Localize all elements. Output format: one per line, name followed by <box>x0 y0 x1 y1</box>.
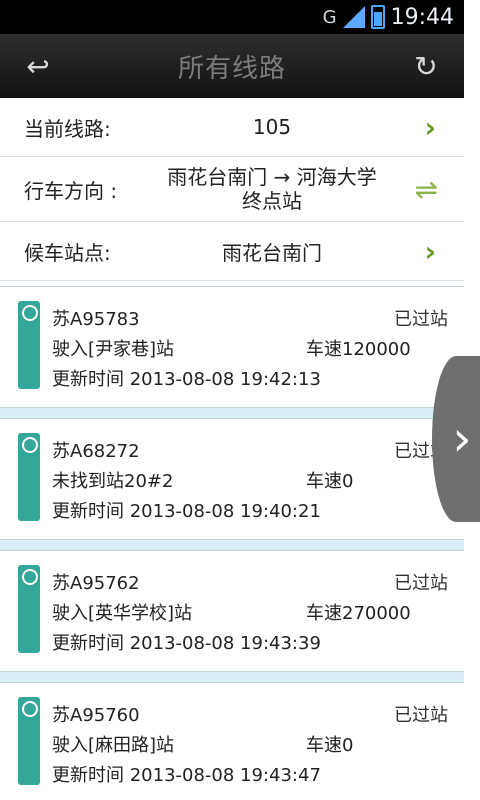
bus-update-time: 更新时间 2013-08-08 19:42:13 <box>52 369 321 390</box>
bus-indicator <box>18 301 40 389</box>
station-value: 雨花台南门 <box>222 240 322 265</box>
bus-update-time: 更新时间 2013-08-08 19:40:21 <box>52 501 321 522</box>
page-title: 所有线路 <box>177 53 286 84</box>
status-indicators: G 19:44 <box>323 0 454 34</box>
bus-speed: 车速120000 <box>306 339 411 360</box>
bus-plate: 苏A95762 <box>52 573 140 594</box>
route-info: 当前线路: 105 › 行车方向 : 雨花台南门 → 河海大学 终点站 ⇌ 候车… <box>0 98 464 281</box>
bus-card[interactable]: 苏A68272 已过站 未找到站20#2 车速0 更新时间 2013-08-08… <box>0 418 464 540</box>
bus-list: 苏A95783 已过站 驶入[尹家巷]站 车速120000 更新时间 2013-… <box>0 286 464 800</box>
chevron-right-icon: › <box>424 110 436 144</box>
bus-status: 已过站 <box>394 309 448 330</box>
bus-marker-icon <box>22 569 38 585</box>
battery-icon <box>370 5 385 29</box>
bus-plate: 苏A95760 <box>52 705 140 726</box>
bus-speed: 车速0 <box>306 735 354 756</box>
bus-marker-icon <box>22 437 38 453</box>
station-label: 候车站点: <box>24 240 111 265</box>
direction-line-1: 雨花台南门 → 河海大学 <box>167 165 377 189</box>
signal-icon <box>342 6 365 28</box>
bus-arrival: 未找到站20#2 <box>52 471 174 492</box>
direction-row[interactable]: 行车方向 : 雨花台南门 → 河海大学 终点站 ⇌ <box>0 157 464 222</box>
bus-card[interactable]: 苏A95762 已过站 驶入[英华学校]站 车速270000 更新时间 2013… <box>0 550 464 672</box>
swap-icon[interactable]: ⇌ <box>415 157 438 221</box>
bus-speed: 车速270000 <box>306 603 411 624</box>
bus-status: 已过站 <box>394 705 448 726</box>
network-type: G <box>322 6 337 28</box>
bus-card[interactable]: 苏A95760 已过站 驶入[麻田路]站 车速0 更新时间 2013-08-08… <box>0 682 464 800</box>
direction-value: 雨花台南门 → 河海大学 终点站 <box>150 157 394 221</box>
scroll-handle[interactable]: › <box>432 356 480 522</box>
chevron-right-icon: › <box>452 411 472 467</box>
chevron-right-icon: › <box>424 234 436 268</box>
bus-status: 已过站 <box>394 573 448 594</box>
bus-update-time: 更新时间 2013-08-08 19:43:39 <box>52 633 321 654</box>
bus-plate: 苏A68272 <box>52 441 140 462</box>
current-route-row[interactable]: 当前线路: 105 › <box>0 98 464 157</box>
bus-indicator <box>18 697 40 785</box>
bus-indicator <box>18 433 40 521</box>
bus-card[interactable]: 苏A95783 已过站 驶入[尹家巷]站 车速120000 更新时间 2013-… <box>0 286 464 408</box>
direction-label: 行车方向 : <box>24 178 118 203</box>
station-row[interactable]: 候车站点: 雨花台南门 › <box>0 222 464 281</box>
bus-marker-icon <box>22 305 38 321</box>
refresh-icon: ↻ <box>414 49 438 83</box>
status-bar: G 19:44 <box>0 0 464 34</box>
bus-update-time: 更新时间 2013-08-08 19:43:47 <box>52 765 321 786</box>
screen: G 19:44 ↩ 所有线路 ↻ 当前线路: 105 › 行车方向 : 雨花台南… <box>0 0 464 800</box>
refresh-button[interactable]: ↻ <box>406 46 446 86</box>
bus-arrival: 驶入[麻田路]站 <box>52 735 175 756</box>
direction-line-2: 终点站 <box>242 189 302 213</box>
current-route-label: 当前线路: <box>24 116 111 141</box>
bus-plate: 苏A95783 <box>52 309 140 330</box>
title-bar: ↩ 所有线路 ↻ <box>0 34 464 100</box>
bus-speed: 车速0 <box>306 471 354 492</box>
bus-marker-icon <box>22 701 38 717</box>
bus-arrival: 驶入[尹家巷]站 <box>52 339 175 360</box>
bus-indicator <box>18 565 40 653</box>
current-route-value: 105 <box>252 115 292 139</box>
bus-arrival: 驶入[英华学校]站 <box>52 603 193 624</box>
clock: 19:44 <box>390 4 454 30</box>
